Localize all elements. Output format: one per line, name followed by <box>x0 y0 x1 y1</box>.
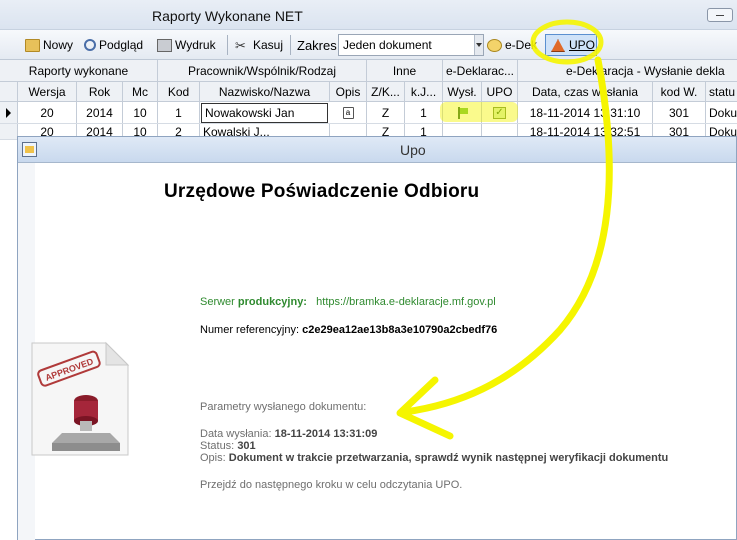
chevron-down-icon[interactable] <box>474 35 483 55</box>
column-header-wysl[interactable]: Wysł. <box>443 82 482 101</box>
date-line: Data wysłania: 18-11-2014 13:31:09 <box>200 428 377 440</box>
status-value: 301 <box>237 440 256 452</box>
dialog-title: Upo <box>400 142 426 158</box>
toolbar-separator <box>227 35 228 55</box>
print-icon <box>157 38 172 52</box>
reference-line: Numer referencyjny: c2e29ea12ae13b8a3e10… <box>200 324 497 336</box>
edek-button-label: e-Dek <box>505 38 538 52</box>
print-button-label: Wydruk <box>175 38 216 52</box>
column-header-wersja[interactable]: Wersja <box>18 82 77 101</box>
description-label: Opis: <box>200 452 226 464</box>
upo-dialog: Upo Urzędowe Poświadczenie Odbioru Serwe… <box>17 136 737 540</box>
edek-button[interactable]: e-Dek <box>487 36 537 54</box>
toolbar-separator <box>290 35 291 55</box>
group-header: Inne <box>367 60 443 81</box>
document-icon: a <box>342 106 354 119</box>
cell-nazwisko[interactable]: Nowakowski Jan <box>201 103 328 123</box>
window-title: Raporty Wykonane NET <box>152 8 303 24</box>
row-indicator <box>0 124 18 139</box>
main-window-titlebar: Raporty Wykonane NET <box>0 0 737 30</box>
upo-icon <box>551 39 565 52</box>
reference-label: Numer referencyjny: <box>200 324 300 336</box>
preview-button[interactable]: Podgląd <box>84 36 143 54</box>
cell-data: 18-11-2014 13:31:10 <box>518 102 653 123</box>
column-header-kodw[interactable]: kod W. <box>653 82 706 101</box>
cell-kod: 1 <box>158 102 200 123</box>
cell-kodw: 301 <box>653 102 706 123</box>
server-line: Serwer produkcyjny: https://bramka.e-dek… <box>200 296 496 308</box>
cell-upo[interactable]: ✓ <box>482 102 518 123</box>
group-header: Raporty wykonane <box>0 60 158 81</box>
column-header-opis[interactable]: Opis <box>330 82 367 101</box>
approved-stamp-icon: APPROVED <box>31 341 130 456</box>
delete-button[interactable]: ✂ Kasuj <box>235 36 283 54</box>
column-header-zk[interactable]: Z/K... <box>367 82 405 101</box>
description-line: Opis: Dokument w trakcie przetwarzania, … <box>200 452 668 464</box>
reference-value: c2e29ea12ae13b8a3e10790a2cbedf76 <box>302 324 498 336</box>
column-header-nazwisko[interactable]: Nazwisko/Nazwa <box>200 82 330 101</box>
cell-wersja: 20 <box>18 102 77 123</box>
toolbar: Nowy Podgląd Wydruk ✂ Kasuj Zakres Jeden… <box>0 30 737 60</box>
row-indicator-header <box>0 82 18 101</box>
grid-group-header: Raporty wykonane Pracownik/Wspólnik/Rodz… <box>0 60 737 82</box>
description-value: Dokument w trakcie przetwarzania, sprawd… <box>228 452 669 464</box>
cell-mc: 10 <box>123 102 158 123</box>
next-step-text: Przejdź do następnego kroku w celu odczy… <box>200 479 463 491</box>
column-header-rok[interactable]: Rok <box>77 82 123 101</box>
cell-opis[interactable]: a <box>330 102 367 123</box>
print-button[interactable]: Wydruk <box>157 36 216 54</box>
group-header: Pracownik/Wspólnik/Rodzaj <box>158 60 367 81</box>
cell-status: Doku <box>709 105 737 120</box>
table-row[interactable]: 20 2014 10 1 Nowakowski Jan a Z 1 ✓ 18-1… <box>0 102 737 124</box>
current-row-icon <box>6 108 11 118</box>
column-header-status[interactable]: statu <box>706 82 737 101</box>
column-header-kod[interactable]: Kod <box>158 82 200 101</box>
cell-rok: 2014 <box>77 102 123 123</box>
scissors-icon: ✂ <box>235 37 246 53</box>
preview-button-label: Podgląd <box>99 38 144 52</box>
dialog-titlebar[interactable]: Upo <box>18 137 736 163</box>
check-icon: ✓ <box>493 106 506 119</box>
reports-grid: Raporty wykonane Pracownik/Wspólnik/Rodz… <box>0 60 737 140</box>
dialog-app-icon <box>22 142 37 157</box>
delete-button-label: Kasuj <box>253 38 284 52</box>
scope-label: Zakres <box>297 38 337 53</box>
minimize-button[interactable] <box>707 8 733 22</box>
upo-button-label: UPO <box>569 38 596 52</box>
row-indicator <box>0 102 18 123</box>
flag-icon <box>456 106 468 119</box>
scope-select[interactable]: Jeden dokument <box>338 34 484 56</box>
date-label: Data wysłania: <box>200 428 272 440</box>
server-type: produkcyjny: <box>237 296 307 308</box>
column-header-upo[interactable]: UPO <box>482 82 518 101</box>
status-label: Status: <box>200 440 235 452</box>
date-value: 18-11-2014 13:31:09 <box>274 428 378 440</box>
new-button[interactable]: Nowy <box>25 36 73 54</box>
cell-wysl <box>443 102 482 123</box>
group-header: e-Deklaracja - Wysłanie dekla <box>566 63 725 78</box>
cell-zk: Z <box>367 102 405 123</box>
new-button-label: Nowy <box>43 38 74 52</box>
group-header: e-Deklarac... <box>443 60 518 81</box>
column-header-kj[interactable]: k.J... <box>405 82 443 101</box>
preview-icon <box>84 39 96 51</box>
upo-button[interactable]: UPO <box>545 34 597 56</box>
scope-select-value: Jeden dokument <box>343 38 432 52</box>
document-heading: Urzędowe Poświadczenie Odbioru <box>164 181 480 202</box>
server-label: Serwer <box>200 296 235 308</box>
status-line: Status: 301 <box>200 440 256 452</box>
cell-kj: 1 <box>405 102 443 123</box>
grid-column-header: Wersja Rok Mc Kod Nazwisko/Nazwa Opis Z/… <box>0 82 737 102</box>
column-header-data[interactable]: Data, czas wysłania <box>518 82 653 101</box>
column-header-mc[interactable]: Mc <box>123 82 158 101</box>
edek-icon <box>487 38 502 52</box>
folder-icon <box>25 38 40 52</box>
params-label: Parametry wysłanego dokumentu: <box>200 401 367 413</box>
server-url[interactable]: https://bramka.e-deklaracje.mf.gov.pl <box>316 296 496 308</box>
